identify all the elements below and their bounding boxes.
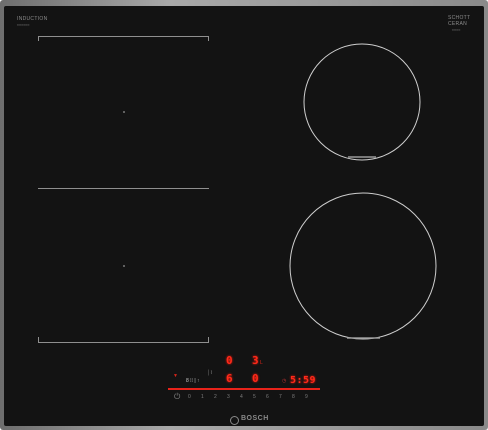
slider-digit-2[interactable]: 2 (214, 394, 217, 400)
slider-digit-6[interactable]: 6 (266, 394, 269, 400)
display-top-right-suffix: L (260, 360, 263, 366)
bosch-logo-icon (230, 416, 239, 425)
timer-clock-icon[interactable]: ◷ (282, 378, 286, 384)
power-slider-bar[interactable] (168, 388, 320, 390)
slider-digit-9[interactable]: 9 (305, 394, 308, 400)
round-zones (289, 43, 437, 340)
left-indicator: 8 ⁞⁞ | ↑ (186, 378, 200, 384)
zone-front-right[interactable] (289, 192, 437, 340)
slider-digit-4[interactable]: 4 (240, 394, 243, 400)
slider-digit-7[interactable]: 7 (279, 394, 282, 400)
timer-display: 5:59 (290, 375, 317, 386)
left-indicator-sub: │⌇ (207, 370, 213, 376)
slider-digit-1[interactable]: 1 (201, 394, 204, 400)
slider-digit-3[interactable]: 3 (227, 394, 230, 400)
display-top-left: 0 (226, 354, 233, 367)
display-mid-left: 6 (226, 372, 233, 385)
power-button-icon[interactable]: ⏻ (174, 392, 180, 402)
red-triangle-marker: ▼ (173, 373, 178, 379)
slider-digit-8[interactable]: 8 (292, 394, 295, 400)
display-mid-right: 0 (252, 372, 259, 385)
slider-digit-5[interactable]: 5 (253, 394, 256, 400)
zone-rear-right[interactable] (303, 43, 421, 161)
display-top-right: 3 (252, 354, 259, 367)
slider-digit-0[interactable]: 0 (188, 394, 191, 400)
bosch-logo-text: BOSCH (241, 415, 269, 422)
